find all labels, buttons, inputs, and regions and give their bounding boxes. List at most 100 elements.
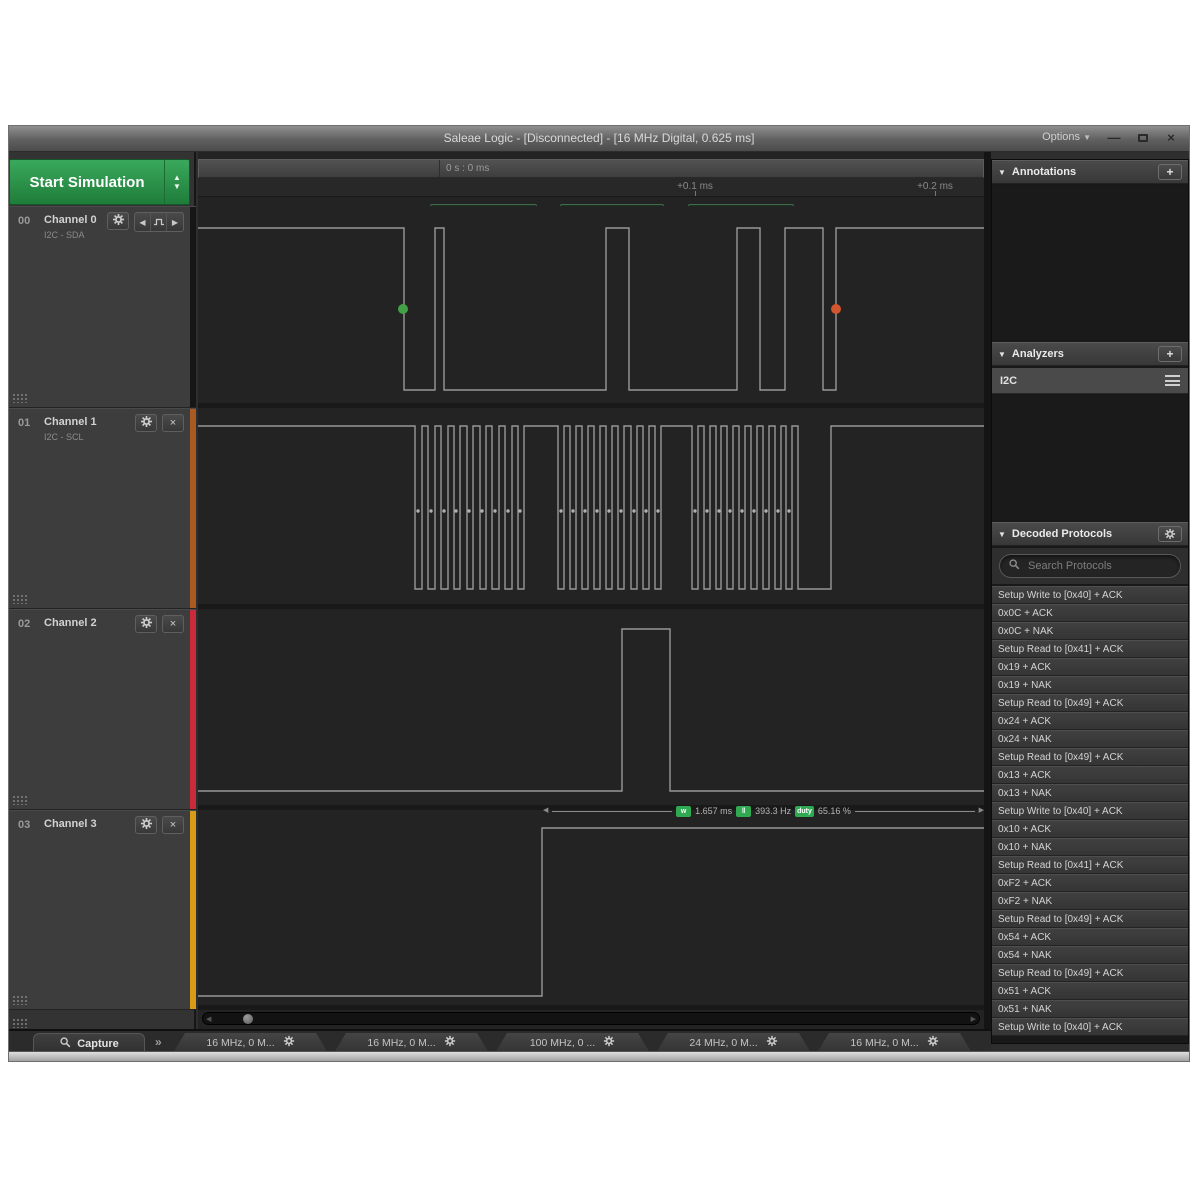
waveform-channel-0[interactable] bbox=[198, 206, 984, 408]
channel-settings-button[interactable] bbox=[107, 212, 129, 230]
decoded-settings-button[interactable] bbox=[1158, 526, 1182, 542]
channel-row[interactable]: 01 Channel 1 I2C - SCL × bbox=[9, 408, 196, 609]
gear-icon[interactable] bbox=[444, 1034, 456, 1051]
protocol-row[interactable]: Setup Write to [0x40] + ACK bbox=[992, 802, 1188, 820]
channel-name: Channel 1 bbox=[44, 416, 97, 428]
scroll-right-icon[interactable]: ▶ bbox=[971, 1015, 976, 1023]
channel-row[interactable]: 00 Channel 0 I2C - SDA ◀▶ bbox=[9, 206, 196, 408]
device-tab-label: 16 MHz, 0 M... bbox=[850, 1037, 918, 1049]
app-window: Saleae Logic - [Disconnected] - [16 MHz … bbox=[8, 125, 1190, 1062]
collapse-triangle-icon[interactable]: ▼ bbox=[998, 530, 1006, 539]
channel-remove-button[interactable]: × bbox=[162, 816, 184, 834]
maximize-button[interactable] bbox=[1130, 129, 1156, 148]
protocol-row[interactable]: 0x54 + NAK bbox=[992, 946, 1188, 964]
channel-resize-grip[interactable] bbox=[12, 995, 27, 1005]
annotations-header[interactable]: ▼ Annotations + bbox=[992, 160, 1188, 184]
device-tab-label: 24 MHz, 0 M... bbox=[689, 1037, 757, 1049]
horizontal-scrollbar[interactable]: ◀ ▶ bbox=[202, 1012, 980, 1025]
channel-settings-button[interactable] bbox=[135, 816, 157, 834]
protocol-row[interactable]: Setup Read to [0x49] + ACK bbox=[992, 910, 1188, 928]
protocol-row[interactable]: 0xF2 + ACK bbox=[992, 874, 1188, 892]
device-tab[interactable]: 16 MHz, 0 M... bbox=[817, 1033, 972, 1051]
collapse-triangle-icon[interactable]: ▼ bbox=[998, 168, 1006, 177]
edge-navigation[interactable]: ◀▶ bbox=[134, 212, 184, 232]
scrollbar-thumb[interactable] bbox=[243, 1014, 253, 1024]
protocol-row[interactable]: Setup Write to [0x40] + ACK bbox=[992, 1018, 1188, 1036]
time-tick-row[interactable]: +0.1 ms +0.2 ms bbox=[198, 178, 984, 197]
protocol-row[interactable]: 0x0C + NAK bbox=[992, 622, 1188, 640]
protocol-row[interactable]: 0x19 + ACK bbox=[992, 658, 1188, 676]
search-icon bbox=[1008, 557, 1020, 575]
channel-name: Channel 3 bbox=[44, 818, 97, 830]
scroll-left-icon[interactable]: ◀ bbox=[206, 1015, 211, 1023]
chevron-down-icon: ▼ bbox=[1083, 133, 1091, 142]
start-options-dropdown[interactable]: ▲▼ bbox=[164, 160, 189, 204]
protocol-row[interactable]: 0x51 + NAK bbox=[992, 1000, 1188, 1018]
protocol-row[interactable]: 0x10 + ACK bbox=[992, 820, 1188, 838]
channel-index: 02 bbox=[18, 618, 30, 630]
protocol-row[interactable]: 0x24 + ACK bbox=[992, 712, 1188, 730]
capture-tab[interactable]: Capture bbox=[33, 1033, 145, 1051]
time-tick bbox=[935, 191, 936, 196]
protocol-row[interactable]: Setup Write to [0x40] + ACK bbox=[992, 586, 1188, 604]
protocol-row[interactable]: 0x51 + ACK bbox=[992, 982, 1188, 1000]
menu-icon[interactable] bbox=[1165, 375, 1180, 386]
protocol-row[interactable]: Setup Read to [0x49] + ACK bbox=[992, 964, 1188, 982]
channel-settings-button[interactable] bbox=[135, 414, 157, 432]
protocol-row[interactable]: Setup Read to [0x41] + ACK bbox=[992, 856, 1188, 874]
time-tick bbox=[695, 191, 696, 196]
gear-icon[interactable] bbox=[766, 1034, 778, 1051]
channel-remove-button[interactable]: × bbox=[162, 414, 184, 432]
analyzers-header[interactable]: ▼ Analyzers + bbox=[992, 342, 1188, 366]
protocol-row[interactable]: 0x10 + NAK bbox=[992, 838, 1188, 856]
channel-name: Channel 0 bbox=[44, 214, 97, 226]
protocol-row[interactable]: Setup Read to [0x41] + ACK bbox=[992, 640, 1188, 658]
search-box[interactable] bbox=[999, 554, 1181, 578]
search-input[interactable] bbox=[1026, 559, 1172, 573]
decoded-protocols-header[interactable]: ▼ Decoded Protocols bbox=[992, 522, 1188, 546]
channel-settings-button[interactable] bbox=[135, 615, 157, 633]
device-tab[interactable]: 16 MHz, 0 M... bbox=[173, 1033, 328, 1051]
waveform-channel-1[interactable] bbox=[198, 408, 984, 609]
minimize-button[interactable]: — bbox=[1101, 129, 1127, 148]
protocol-row[interactable]: 0x0C + ACK bbox=[992, 604, 1188, 622]
protocol-row[interactable]: 0x13 + NAK bbox=[992, 784, 1188, 802]
protocol-row[interactable]: 0x13 + ACK bbox=[992, 766, 1188, 784]
options-menu-button[interactable]: Options ▼ bbox=[1042, 131, 1091, 143]
protocol-row[interactable]: 0xF2 + NAK bbox=[992, 892, 1188, 910]
time-ruler[interactable]: 0 s : 0 ms bbox=[198, 159, 984, 178]
protocol-row[interactable]: 0x24 + NAK bbox=[992, 730, 1188, 748]
title-bar[interactable]: Saleae Logic - [Disconnected] - [16 MHz … bbox=[9, 126, 1189, 152]
device-tab[interactable]: 16 MHz, 0 M... bbox=[334, 1033, 489, 1051]
expand-tabs-button[interactable]: » bbox=[155, 1035, 162, 1049]
gear-icon[interactable] bbox=[927, 1034, 939, 1051]
channel-resize-grip[interactable] bbox=[12, 393, 27, 403]
start-simulation-button[interactable]: Start Simulation ▲▼ bbox=[9, 159, 190, 205]
channel-row[interactable]: 03 Channel 3 × bbox=[9, 810, 196, 1010]
annotations-title: Annotations bbox=[1012, 166, 1152, 178]
protocol-row[interactable]: 0x19 + NAK bbox=[992, 676, 1188, 694]
gear-icon[interactable] bbox=[603, 1034, 615, 1051]
channel-resize-grip[interactable] bbox=[12, 795, 27, 805]
add-annotation-button[interactable]: + bbox=[1158, 164, 1182, 180]
waveform-channel-3[interactable] bbox=[198, 810, 984, 1010]
analyzer-item-i2c[interactable]: I2C bbox=[992, 368, 1188, 394]
add-analyzer-button[interactable]: + bbox=[1158, 346, 1182, 362]
protocol-row[interactable]: 0x54 + ACK bbox=[992, 928, 1188, 946]
waveform-plot bbox=[198, 609, 984, 805]
device-tab[interactable]: 24 MHz, 0 M... bbox=[656, 1033, 811, 1051]
protocol-row[interactable]: Setup Read to [0x49] + ACK bbox=[992, 694, 1188, 712]
channel-row[interactable]: 02 Channel 2 × bbox=[9, 609, 196, 810]
next-edge-icon[interactable]: ▶ bbox=[167, 213, 183, 231]
channel-remove-button[interactable]: × bbox=[162, 615, 184, 633]
waveform-channel-2[interactable] bbox=[198, 609, 984, 810]
gear-icon[interactable] bbox=[283, 1034, 295, 1051]
channel-resize-grip[interactable] bbox=[12, 594, 27, 604]
collapse-triangle-icon[interactable]: ▼ bbox=[998, 350, 1006, 359]
protocol-row[interactable]: Setup Read to [0x49] + ACK bbox=[992, 748, 1188, 766]
device-tab[interactable]: 100 MHz, 0 ... bbox=[495, 1033, 650, 1051]
close-button[interactable]: × bbox=[1158, 129, 1184, 148]
channel-index: 03 bbox=[18, 819, 30, 831]
resize-grip[interactable] bbox=[12, 1018, 27, 1028]
prev-edge-icon[interactable]: ◀ bbox=[135, 213, 151, 231]
